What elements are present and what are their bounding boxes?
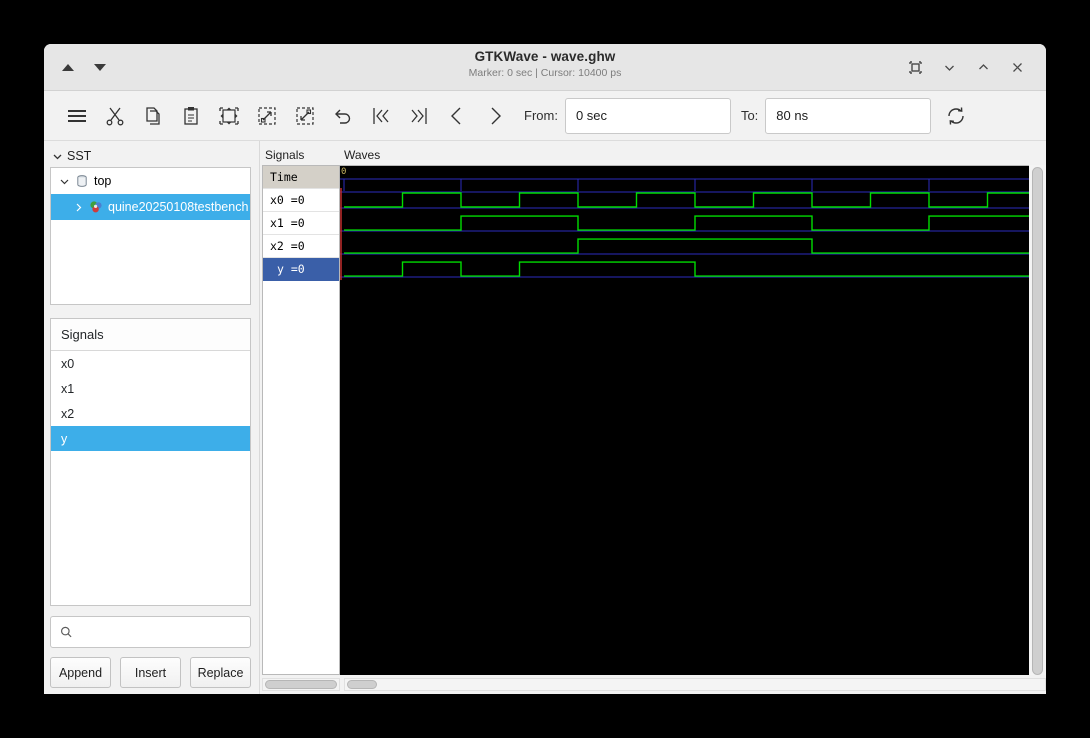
marker-zero-label: 0 [341, 167, 346, 177]
next-edge-icon[interactable] [476, 97, 514, 135]
gtkwave-window: GTKWave - wave.ghw Marker: 0 sec | Curso… [44, 44, 1046, 694]
paste-icon[interactable] [172, 97, 210, 135]
title-block: GTKWave - wave.ghw Marker: 0 sec | Curso… [44, 49, 1046, 79]
list-item[interactable]: x1 [51, 376, 250, 401]
signal-name: x0 [61, 357, 74, 371]
cut-icon[interactable] [96, 97, 134, 135]
replace-button[interactable]: Replace [190, 657, 251, 688]
to-input[interactable]: 80 ns [765, 98, 931, 134]
zoom-out-icon[interactable] [286, 97, 324, 135]
triangle-down-icon[interactable] [94, 64, 106, 71]
wave-name-row[interactable]: y =0 [263, 258, 339, 281]
wave-name-row[interactable]: x1 =0 [263, 212, 339, 235]
search-input[interactable] [79, 624, 241, 640]
wave-area-headers: Signals Waves [262, 148, 1046, 165]
vertical-scroll-thumb[interactable] [1032, 167, 1043, 675]
triangle-up-icon[interactable] [62, 64, 74, 71]
tree-row[interactable]: top [51, 168, 250, 194]
go-to-start-icon[interactable] [362, 97, 400, 135]
list-item[interactable]: x0 [51, 351, 250, 376]
time-header: Time [263, 166, 339, 189]
title-bar: GTKWave - wave.ghw Marker: 0 sec | Curso… [44, 44, 1046, 91]
sst-tree[interactable]: top quine20250108testbench [50, 167, 251, 305]
from-label: From: [524, 108, 558, 123]
go-to-end-icon[interactable] [400, 97, 438, 135]
names-scroll-thumb[interactable] [265, 680, 337, 689]
title-bar-nav [44, 64, 106, 71]
chevron-down-icon [51, 150, 64, 163]
wave-signals-header: Signals [262, 148, 340, 165]
main-toolbar: From: 0 sec To: 80 ns [44, 91, 1046, 141]
window-body: SST top quine20250108testbench Signals x… [44, 141, 1046, 694]
chevron-right-icon [73, 202, 84, 213]
reload-icon[interactable] [937, 97, 975, 135]
close-icon[interactable] [1000, 52, 1034, 82]
signals-panel: Signals x0 x1 x2 y [50, 318, 251, 606]
search-box[interactable] [50, 616, 251, 648]
module-icon [75, 174, 89, 188]
copy-icon[interactable] [134, 97, 172, 135]
insert-button[interactable]: Insert [120, 657, 181, 688]
signal-module-icon [89, 200, 103, 214]
wave-name-row[interactable]: x0 =0 [263, 189, 339, 212]
tree-item-label: quine20250108testbench [108, 200, 248, 214]
menu-icon[interactable] [58, 97, 96, 135]
sst-label: SST [67, 149, 91, 163]
append-button[interactable]: Append [50, 657, 111, 688]
left-sidebar: SST top quine20250108testbench Signals x… [44, 141, 256, 694]
maximize-icon[interactable] [966, 52, 1000, 82]
wave-name-row[interactable]: x2 =0 [263, 235, 339, 258]
sst-header[interactable]: SST [50, 148, 251, 167]
names-horizontal-scrollbar[interactable] [262, 678, 340, 691]
marker-cursor-status: Marker: 0 sec | Cursor: 10400 ps [44, 67, 1046, 79]
signal-name: y [61, 432, 67, 446]
waves-horizontal-scrollbar[interactable] [344, 678, 1046, 691]
wave-vertical-scrollbar[interactable] [1029, 165, 1046, 675]
tree-item-label: top [94, 174, 111, 188]
waves-scroll-thumb[interactable] [347, 680, 377, 689]
signal-name: x1 [61, 382, 74, 396]
tree-row[interactable]: quine20250108testbench [51, 194, 250, 220]
to-label: To: [741, 108, 758, 123]
list-item[interactable]: y [51, 426, 250, 451]
previous-edge-icon[interactable] [438, 97, 476, 135]
wave-bottom-scrollbars [262, 675, 1046, 694]
signal-name: x2 [61, 407, 74, 421]
waveform-traces [340, 166, 1029, 675]
action-buttons: Append Insert Replace [50, 657, 251, 688]
undo-icon[interactable] [324, 97, 362, 135]
search-icon [60, 625, 72, 639]
to-value: 80 ns [776, 108, 808, 123]
signals-list[interactable]: x0 x1 x2 y [51, 351, 250, 605]
wave-names-pane[interactable]: Time x0 =0 x1 =0 x2 =0 y =0 [262, 165, 340, 675]
wave-area: Signals Waves Time x0 =0 x1 =0 x2 =0 y =… [262, 141, 1046, 694]
window-title: GTKWave - wave.ghw [44, 49, 1046, 64]
wave-names-filler [263, 281, 339, 674]
from-value: 0 sec [576, 108, 607, 123]
wave-canvas-wrap: 0 [340, 165, 1046, 675]
signals-panel-header: Signals [51, 319, 250, 351]
wave-waves-header: Waves [340, 148, 380, 165]
from-input[interactable]: 0 sec [565, 98, 731, 134]
zoom-in-icon[interactable] [248, 97, 286, 135]
chevron-down-icon [59, 176, 70, 187]
minimize-icon[interactable] [932, 52, 966, 82]
zoom-fit-icon[interactable] [210, 97, 248, 135]
window-controls [898, 52, 1046, 82]
list-item[interactable]: x2 [51, 401, 250, 426]
waveform-canvas[interactable]: 0 [340, 165, 1029, 675]
restore-icon[interactable] [898, 52, 932, 82]
wave-main: Time x0 =0 x1 =0 x2 =0 y =0 0 [262, 165, 1046, 675]
